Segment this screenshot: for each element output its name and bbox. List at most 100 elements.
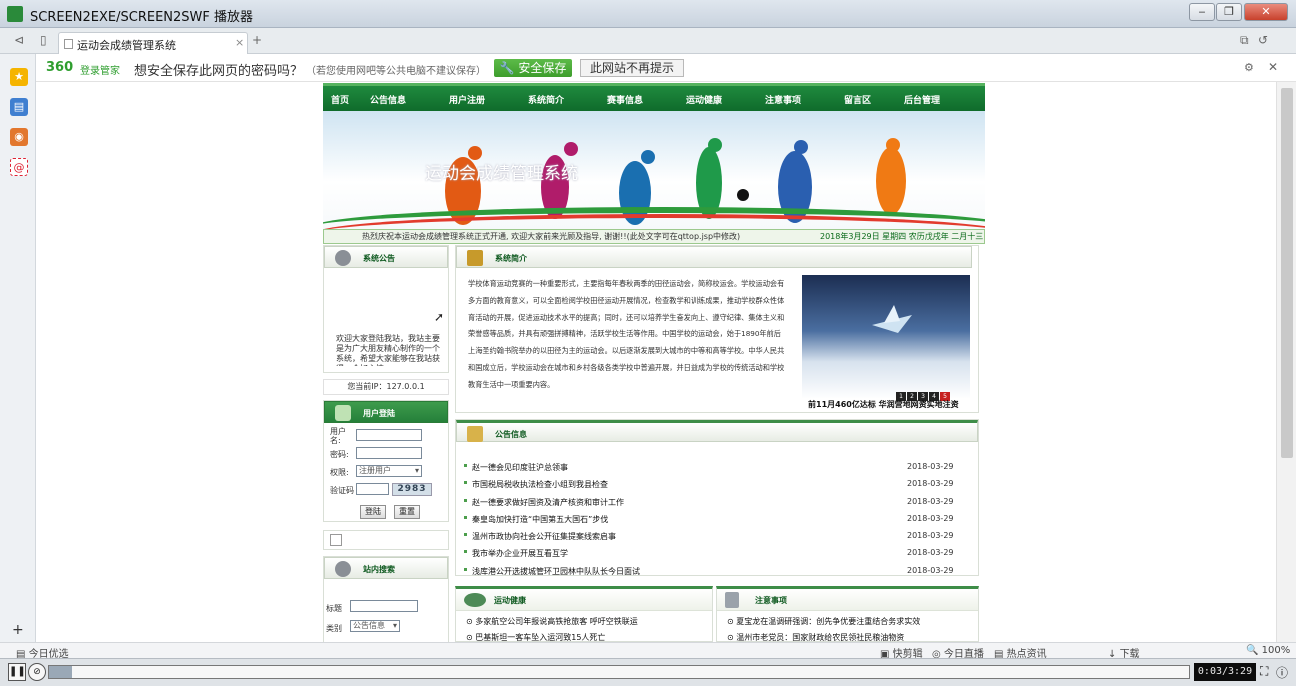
never-remind-button[interactable]: 此网站不再提示 xyxy=(580,59,684,77)
search-type-select[interactable]: 公告信息 ▾ xyxy=(350,620,400,632)
banner-title: 运动会成绩管理系统 xyxy=(425,164,578,184)
captcha-input[interactable] xyxy=(356,483,389,495)
nav-register[interactable]: 用户注册 xyxy=(449,93,485,106)
safe-save-label: 安全保存 xyxy=(518,61,567,75)
news-row[interactable]: 市国税局税收执法检查小组到我县检查 2018-03-29 xyxy=(464,477,974,494)
health-head: 运动健康 xyxy=(456,589,712,611)
stop-icon[interactable]: ⊘ xyxy=(28,663,46,681)
news-row-title: 浅库港公开选拔城管环卫园林中队队长今日面试 xyxy=(472,566,640,576)
bullet-icon xyxy=(464,481,467,485)
close-button[interactable]: ✕ xyxy=(1244,3,1288,21)
search-title-input[interactable] xyxy=(350,600,418,612)
page-scrollbar[interactable] xyxy=(1276,82,1296,642)
zoom-value: 100% xyxy=(1261,645,1291,656)
health-title: 运动健康 xyxy=(494,596,526,605)
news-row[interactable]: 赵一德要求做好国资及清产核资和审计工作 2018-03-29 xyxy=(464,495,974,512)
health-item[interactable]: ⊙ 多家航空公司年报说高铁抢旅客 呼吁空铁联运 xyxy=(466,616,638,627)
seek-bar[interactable] xyxy=(48,665,1190,679)
scroll-thumb[interactable] xyxy=(1281,88,1293,458)
search-type-value: 公告信息 xyxy=(353,621,385,630)
zoom-level[interactable]: 🔍 100% xyxy=(1246,645,1290,656)
password-input[interactable] xyxy=(356,447,422,459)
panel-icon[interactable]: ▤ xyxy=(10,98,28,116)
info-icon[interactable]: ⓘ xyxy=(1276,664,1288,681)
back-icon[interactable]: ⊲ xyxy=(14,33,24,47)
tab-active[interactable]: 运动会成绩管理系统 × xyxy=(58,32,248,54)
login-button[interactable]: 登陆 xyxy=(360,505,386,519)
login-title: 用户登陆 xyxy=(363,409,395,418)
fullscreen-icon[interactable]: ⛶ xyxy=(1260,664,1268,679)
shoe-icon xyxy=(464,593,486,607)
password-note: （若您使用网吧等公共电脑不建议保存） xyxy=(306,66,486,77)
app-icon xyxy=(7,6,23,22)
clipboard-icon xyxy=(725,592,739,608)
search-title-label: 标题 xyxy=(326,604,342,613)
settings-icon[interactable]: ⚙ xyxy=(1244,61,1254,74)
news-row[interactable]: 我市举办企业开展互看互学 2018-03-29 xyxy=(464,546,974,563)
pause-button[interactable]: ❚❚ xyxy=(8,663,26,681)
news-row-title: 我市举办企业开展互看互学 xyxy=(472,549,568,559)
role-label: 权限: xyxy=(330,468,349,477)
notice-body: 欢迎大家登陆我站，我站主要是为广大朋友精心制作的一个系统，希望大家能够在我站获得… xyxy=(336,334,440,366)
news-row[interactable]: 秦皇岛加快打造“中国第五大国石”步伐 2018-03-29 xyxy=(464,512,974,529)
news-row[interactable]: 温州市政协向社会公开征集提案线索启事 2018-03-29 xyxy=(464,529,974,546)
tab-close-icon[interactable]: × xyxy=(235,36,244,49)
nav-events[interactable]: 赛事信息 xyxy=(607,93,643,106)
window-title: SCREEN2EXE/SCREEN2SWF 播放器 xyxy=(30,10,253,25)
news-row-date: 2018-03-29 xyxy=(907,479,954,489)
window-titlebar: SCREEN2EXE/SCREEN2SWF 播放器 ‒ ❐ ✕ xyxy=(0,0,1296,28)
notes-panel: 注意事项 ⊙ 夏宝龙在温调研强调：创先争优要注重结合务求实效 ⊙ 温州市老党员：… xyxy=(716,586,979,642)
tab-title: 运动会成绩管理系统 xyxy=(77,39,176,52)
news-row[interactable]: 浅库港公开选拔城管环卫园林中队队长今日面试 2018-03-29 xyxy=(464,564,974,581)
site-nav: 首页 公告信息 用户注册 系统简介 赛事信息 运动健康 注意事项 留言区 后台管… xyxy=(323,83,985,111)
username-input[interactable] xyxy=(356,429,422,441)
notes-item[interactable]: ⊙ 温州市老党员：国家财政给农民领社民粮油物资 xyxy=(727,632,904,642)
news-row-date: 2018-03-29 xyxy=(907,548,954,558)
360-logo: 360 xyxy=(46,60,74,75)
minimize-button[interactable]: ‒ xyxy=(1189,3,1215,21)
weibo-icon[interactable]: ◉ xyxy=(10,128,28,146)
time-display: 0:03/3:29 xyxy=(1194,663,1256,681)
intro-slideshow[interactable]: 12345 xyxy=(802,275,970,401)
system-intro-panel: 系统简介 学校体育运动竞赛的一种重要形式，主要指每年春秋两季的田径运动会，简称校… xyxy=(455,245,979,413)
page-viewport: 首页 公告信息 用户注册 系统简介 赛事信息 运动健康 注意事项 留言区 后台管… xyxy=(36,82,1276,642)
nav-health[interactable]: 运动健康 xyxy=(686,93,722,106)
undo-icon[interactable]: ↺ xyxy=(1258,33,1268,47)
maximize-button[interactable]: ❐ xyxy=(1216,3,1242,21)
slideshow-caption[interactable]: 前11月460亿达标 华润营地网资实地注资 xyxy=(808,399,959,410)
sidebar-add-button[interactable]: + xyxy=(12,622,24,638)
nav-intro[interactable]: 系统简介 xyxy=(528,93,564,106)
email-icon[interactable]: @ xyxy=(10,158,28,176)
nav-guestbook[interactable]: 留言区 xyxy=(844,93,871,106)
favorites-icon[interactable]: ★ xyxy=(10,68,28,86)
password-save-bar: 360 登录管家 想安全保存此网页的密码吗？ （若您使用网吧等公共电脑不建议保存… xyxy=(36,54,1296,82)
notes-head: 注意事项 xyxy=(717,589,978,611)
close-bar-icon[interactable]: ✕ xyxy=(1268,60,1278,74)
news-row[interactable]: 赵一德会见印度驻沪总领事 2018-03-29 xyxy=(464,460,974,477)
speaker-icon xyxy=(335,250,351,266)
search-type-label: 类别 xyxy=(326,624,342,633)
nav-admin[interactable]: 后台管理 xyxy=(904,93,940,106)
nav-notes[interactable]: 注意事项 xyxy=(765,93,801,106)
nav-notices[interactable]: 公告信息 xyxy=(370,93,406,106)
checkbox-icon[interactable] xyxy=(330,534,342,546)
notes-item-text: 温州市老党员：国家财政给农民领社民粮油物资 xyxy=(736,633,905,642)
document-icon xyxy=(64,39,73,49)
health-item[interactable]: ⊙ 巴基斯坦一客车坠入运河致15人死亡 xyxy=(466,632,605,642)
new-tab-button[interactable]: + xyxy=(252,33,262,47)
notice-title: 系统公告 xyxy=(363,254,395,263)
safe-save-button[interactable]: 🔧 安全保存 xyxy=(494,59,572,77)
news-title: 公告信息 xyxy=(495,430,527,439)
intro-title: 系统简介 xyxy=(495,254,527,263)
captcha-image[interactable]: 2983 xyxy=(392,483,432,496)
news-row-title: 温州市政协向社会公开征集提案线索启事 xyxy=(472,532,616,542)
reset-button[interactable]: 重置 xyxy=(394,505,420,519)
notes-item[interactable]: ⊙ 夏宝龙在温调研强调：创先争优要注重结合务求实效 xyxy=(727,616,920,627)
browser-tabbar: ⊲ ▯ 运动会成绩管理系统 × + ⧉ ↺ xyxy=(0,28,1296,54)
browser-statusbar: ▤ 今日优选 ▣ 快剪辑 ◎ 今日直播 ▤ 热点资讯 ↓ 下载 🔍 100% xyxy=(0,642,1296,660)
restore-tabs-icon[interactable]: ⧉ xyxy=(1240,33,1249,48)
player-controls: ❚❚ ⊘ 0:03/3:29 ⛶ ⓘ xyxy=(0,658,1296,686)
nav-home[interactable]: 首页 xyxy=(331,93,349,106)
news-row-date: 2018-03-29 xyxy=(907,531,954,541)
role-select[interactable]: 注册用户 ▾ xyxy=(356,465,422,477)
